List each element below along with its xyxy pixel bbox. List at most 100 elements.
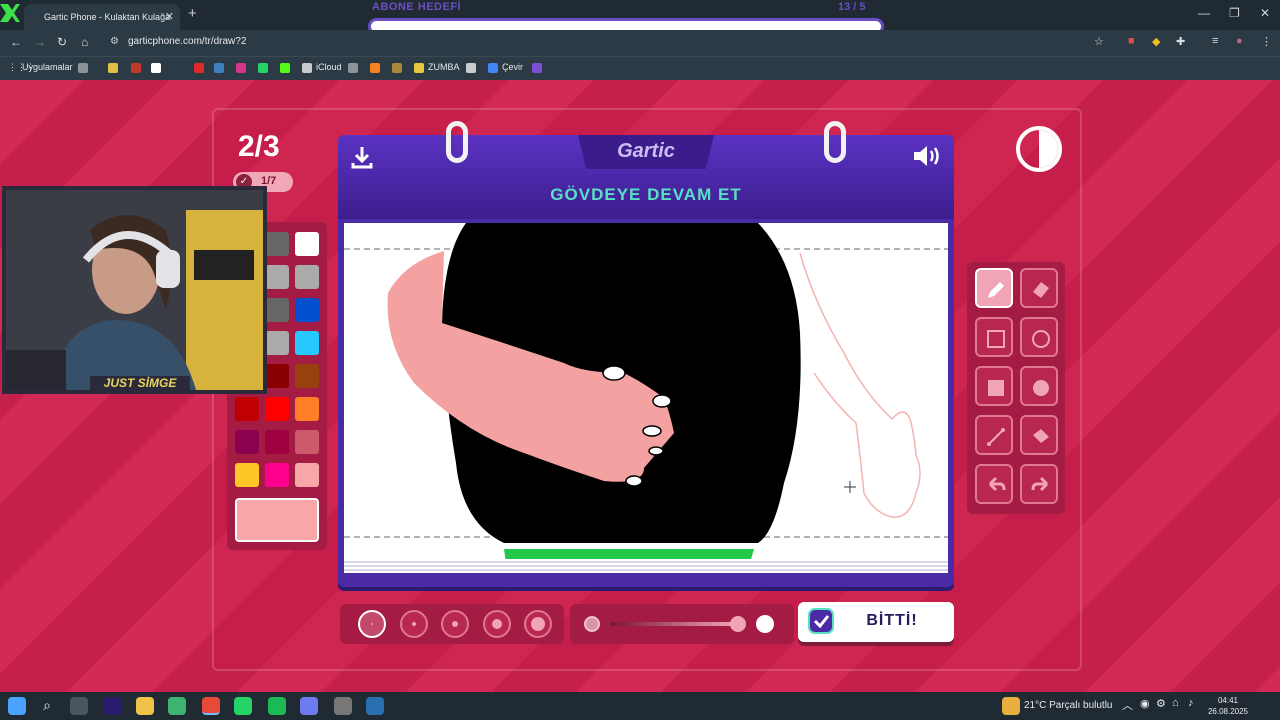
profile-avatar[interactable]: ● bbox=[1236, 35, 1243, 47]
minimize-icon[interactable]: — bbox=[1198, 6, 1210, 20]
media-icon[interactable]: ≡ bbox=[1212, 35, 1218, 47]
tool-eraser[interactable] bbox=[1020, 268, 1058, 308]
color-swatch[interactable] bbox=[295, 397, 319, 421]
color-swatch[interactable] bbox=[235, 397, 259, 421]
back-icon[interactable]: ← bbox=[10, 35, 22, 49]
download-icon[interactable] bbox=[350, 145, 374, 169]
reload-icon[interactable]: ↻ bbox=[57, 35, 67, 49]
opacity-thumb[interactable] bbox=[730, 616, 746, 632]
tool-line[interactable] bbox=[975, 415, 1013, 455]
browser-tab[interactable]: Gartic Phone - Kulaktan Kulağa ✕ bbox=[24, 4, 180, 30]
bookmark-icon[interactable] bbox=[131, 63, 141, 73]
color-swatch[interactable] bbox=[265, 430, 289, 454]
tool-square-outline[interactable] bbox=[975, 317, 1013, 357]
tool-redo[interactable] bbox=[1020, 464, 1058, 504]
tool-pencil[interactable] bbox=[975, 268, 1013, 308]
forward-icon[interactable]: → bbox=[34, 35, 46, 49]
color-swatch[interactable] bbox=[265, 265, 289, 289]
brush-size-1[interactable] bbox=[358, 610, 386, 638]
whatsapp-icon[interactable] bbox=[258, 63, 268, 73]
file-explorer-icon[interactable] bbox=[136, 697, 154, 715]
color-swatch[interactable] bbox=[265, 298, 289, 322]
speaker-icon[interactable]: ♪ bbox=[1188, 697, 1206, 715]
openai-icon[interactable] bbox=[466, 63, 476, 73]
board-header: Gartic GÖVDEYE DEVAM ET bbox=[338, 121, 954, 219]
grid-bookmark-icon[interactable] bbox=[78, 63, 88, 73]
obs-icon[interactable] bbox=[334, 697, 352, 715]
goal-count: 13 / 5 bbox=[838, 1, 866, 13]
tool-fill-bucket[interactable] bbox=[1020, 415, 1058, 455]
search-icon[interactable]: ⌕ bbox=[38, 697, 56, 715]
color-swatch[interactable] bbox=[295, 232, 319, 256]
bookmark-apps[interactable]: Uygulamalar bbox=[22, 62, 73, 72]
color-swatch[interactable] bbox=[295, 331, 319, 355]
close-window-icon[interactable]: ✕ bbox=[1260, 6, 1270, 20]
bookmark-icon[interactable] bbox=[532, 63, 542, 73]
color-swatch[interactable] bbox=[265, 331, 289, 355]
tool-circle-filled[interactable] bbox=[1020, 366, 1058, 406]
done-button[interactable]: BİTTİ! bbox=[798, 602, 954, 642]
brush-size-5[interactable] bbox=[524, 610, 552, 638]
tool-undo[interactable] bbox=[975, 464, 1013, 504]
address-bar[interactable]: garticphone.com/tr/draw?2 bbox=[128, 36, 246, 47]
tray-chevron-icon[interactable]: ︿ bbox=[1122, 697, 1140, 715]
bookmark-zumba[interactable]: ZUMBA bbox=[428, 62, 460, 72]
spotify-icon[interactable] bbox=[268, 697, 286, 715]
close-tab-icon[interactable]: ✕ bbox=[165, 4, 174, 30]
zumba-icon[interactable] bbox=[414, 63, 424, 73]
volume-icon[interactable] bbox=[912, 143, 942, 169]
bookmark-icon[interactable] bbox=[392, 63, 402, 73]
color-swatch[interactable] bbox=[265, 397, 289, 421]
clock[interactable]: 04:41 26.08.2025 bbox=[1206, 695, 1250, 717]
start-icon[interactable] bbox=[8, 697, 26, 715]
discord-icon[interactable] bbox=[300, 697, 318, 715]
tool-circle-outline[interactable] bbox=[1020, 317, 1058, 357]
store-icon[interactable] bbox=[168, 697, 186, 715]
circle-outline-icon bbox=[1032, 330, 1050, 348]
home-icon[interactable]: ⌂ bbox=[81, 35, 88, 49]
eraser-icon bbox=[1033, 282, 1049, 298]
brush-size-3[interactable] bbox=[441, 610, 469, 638]
bookmark-icon[interactable] bbox=[108, 63, 118, 73]
new-tab-icon[interactable]: + bbox=[188, 5, 197, 22]
menu-icon[interactable]: ⋮ bbox=[1261, 35, 1272, 48]
site-settings-icon[interactable]: ⚙ bbox=[110, 36, 119, 47]
color-swatch[interactable] bbox=[265, 232, 289, 256]
kick-icon[interactable] bbox=[280, 63, 290, 73]
task-view-icon[interactable] bbox=[70, 697, 88, 715]
tiktok-icon[interactable] bbox=[151, 63, 161, 73]
color-swatch[interactable] bbox=[265, 364, 289, 388]
youtube-icon[interactable] bbox=[194, 63, 204, 73]
steam-taskbar-icon[interactable] bbox=[366, 697, 384, 715]
brush-size-4[interactable] bbox=[483, 610, 511, 638]
chrome-icon[interactable] bbox=[202, 697, 220, 715]
color-swatch[interactable] bbox=[295, 463, 319, 487]
hb-icon[interactable] bbox=[370, 63, 380, 73]
extension-shield-icon[interactable]: ◆ bbox=[1152, 35, 1160, 48]
icloud-icon[interactable] bbox=[302, 63, 312, 73]
extensions-icon[interactable]: ✚ bbox=[1176, 35, 1185, 48]
color-swatch[interactable] bbox=[295, 265, 319, 289]
drawing-canvas[interactable] bbox=[344, 223, 948, 559]
color-swatch[interactable] bbox=[235, 430, 259, 454]
translate-icon[interactable] bbox=[488, 63, 498, 73]
instagram-icon[interactable] bbox=[236, 63, 246, 73]
color-swatch[interactable] bbox=[295, 364, 319, 388]
color-swatch[interactable] bbox=[295, 430, 319, 454]
link-icon[interactable] bbox=[348, 63, 358, 73]
color-swatch[interactable] bbox=[295, 298, 319, 322]
extension-red-icon[interactable]: ■ bbox=[1128, 35, 1135, 47]
color-swatch[interactable] bbox=[265, 463, 289, 487]
contrast-toggle-button[interactable] bbox=[1016, 126, 1062, 172]
premiere-icon[interactable] bbox=[104, 697, 122, 715]
tool-square-filled[interactable] bbox=[975, 366, 1013, 406]
color-swatch[interactable] bbox=[235, 463, 259, 487]
restore-icon[interactable]: ❐ bbox=[1229, 6, 1240, 20]
steam-icon[interactable] bbox=[214, 63, 224, 73]
bookmark-translate[interactable]: Çevir bbox=[502, 62, 523, 72]
bookmark-icloud[interactable]: iCloud bbox=[316, 62, 342, 72]
brush-size-2[interactable] bbox=[400, 610, 428, 638]
whatsapp-taskbar-icon[interactable] bbox=[234, 697, 252, 715]
bookmark-star-icon[interactable]: ☆ bbox=[1094, 35, 1104, 48]
opacity-track[interactable] bbox=[610, 622, 734, 626]
